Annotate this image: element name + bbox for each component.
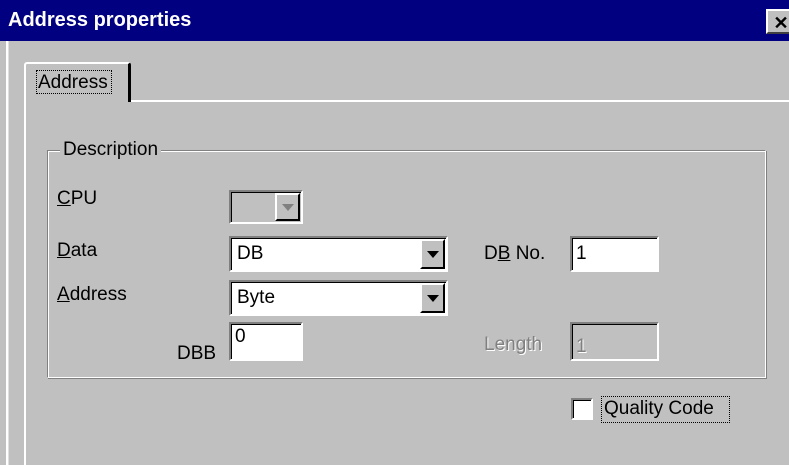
cpu-dropdown-button[interactable] — [275, 193, 300, 221]
db-no-label-pre: D — [484, 243, 498, 264]
data-dropdown[interactable]: DB — [229, 236, 448, 272]
db-no-label: DB No. — [484, 243, 545, 265]
address-label-rest: ddress — [69, 284, 127, 305]
dialog-left-edge — [6, 41, 9, 465]
data-dropdown-button[interactable] — [420, 239, 445, 269]
close-icon: ✕ — [773, 13, 789, 33]
window-title: Address properties — [8, 9, 192, 31]
length-value: 1 — [576, 336, 587, 357]
tab-address-label: Address — [38, 72, 108, 93]
data-label: Data — [57, 240, 97, 262]
length-label: Length — [484, 334, 543, 355]
db-no-input[interactable]: 1 — [570, 236, 659, 272]
quality-code-label[interactable]: Quality Code — [604, 398, 714, 420]
address-label: Address — [57, 284, 127, 306]
address-label-mnemonic: A — [57, 284, 70, 305]
data-label-mnemonic: D — [57, 240, 71, 261]
cpu-label: CPU — [57, 188, 97, 210]
cpu-dropdown[interactable] — [229, 190, 303, 224]
close-button[interactable]: ✕ — [766, 9, 789, 34]
db-no-value: 1 — [576, 243, 587, 264]
quality-code-checkbox[interactable] — [571, 398, 593, 420]
tab-panel-top-edge — [24, 100, 789, 102]
tab-panel-left-edge — [24, 100, 26, 465]
chevron-down-icon — [426, 251, 439, 258]
db-no-label-post: No. — [510, 243, 546, 264]
address-dropdown-button[interactable] — [420, 283, 445, 313]
length-input[interactable]: 1 — [570, 322, 659, 361]
data-dropdown-value: DB — [237, 243, 264, 264]
address-dropdown-value: Byte — [237, 287, 276, 308]
title-bar[interactable]: Address properties ✕ — [0, 0, 789, 41]
address-properties-dialog: Address properties ✕ Address Description… — [0, 0, 789, 465]
chevron-down-icon — [426, 295, 439, 302]
dbb-label: DBB — [177, 343, 217, 364]
description-group-label: Description — [60, 139, 162, 161]
cpu-label-rest: PU — [70, 188, 98, 209]
dbb-value: 0 — [235, 326, 246, 347]
cpu-label-mnemonic: C — [57, 188, 71, 209]
address-dropdown[interactable]: Byte — [229, 280, 448, 316]
dbb-input[interactable]: 0 — [229, 322, 303, 361]
tab-address[interactable]: Address — [24, 62, 131, 102]
chevron-down-icon — [281, 204, 294, 211]
db-no-label-mnemonic: B — [497, 243, 511, 264]
data-label-rest: ata — [70, 240, 98, 261]
